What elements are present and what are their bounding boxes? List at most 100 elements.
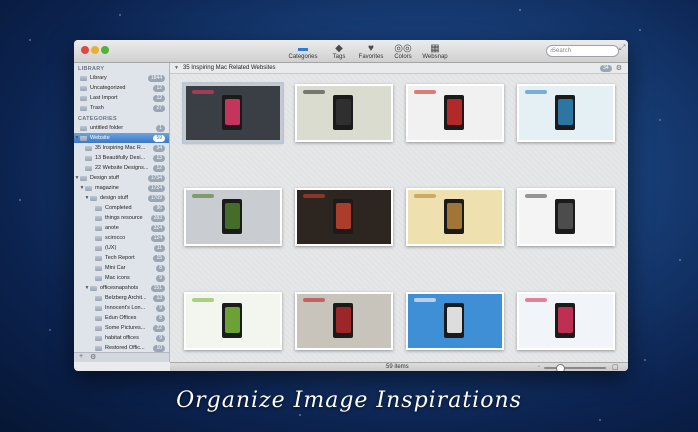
thumbnail-tweetie[interactable] <box>184 84 282 142</box>
library-icon <box>80 75 87 81</box>
disclosure-icon[interactable]: ▼ <box>174 65 179 71</box>
category-item[interactable]: Innocent's Lon... 9 <box>74 303 169 313</box>
thumbnail-zonkout[interactable] <box>406 84 504 142</box>
tool-tags[interactable]: ◆ Tags <box>326 41 352 60</box>
folder-icon <box>95 245 102 251</box>
category-item[interactable]: Completed 96 <box>74 203 169 213</box>
folder-icon <box>95 335 102 341</box>
folder-icon <box>80 175 87 181</box>
category-item[interactable]: scirocco 124 <box>74 233 169 243</box>
settings-icon[interactable]: ⚙ <box>90 353 96 361</box>
page-header-strip <box>302 298 326 302</box>
category-item[interactable]: 22 Website Designs... 12 <box>74 163 169 173</box>
device-screen <box>557 306 573 333</box>
folder-icon: ▬ <box>298 43 308 54</box>
device-screen <box>557 202 573 229</box>
thumbnail-instacast[interactable] <box>295 188 393 246</box>
zoom-slider-knob[interactable] <box>556 364 565 371</box>
library-item[interactable]: Uncategorized 12 <box>74 83 169 93</box>
thumbnail-tourist[interactable] <box>517 84 615 142</box>
gear-icon[interactable]: ⚙ <box>616 64 622 72</box>
tag-icon: ◆ <box>335 43 343 54</box>
page-header-strip <box>524 298 548 302</box>
category-item[interactable]: ▼ magazine 1724 <box>74 183 169 193</box>
category-item[interactable]: anote 324 <box>74 223 169 233</box>
category-item[interactable]: Edun Offices 8 <box>74 313 169 323</box>
content-area: ▼ 35 Inspiring Mac Related Websites 34 ⚙ <box>170 63 628 362</box>
title-bar: ▬ Categories ◆ Tags ♥ Favorites ◎◎ Color… <box>74 40 628 63</box>
category-item[interactable]: Some Pictures... 22 <box>74 323 169 333</box>
add-icon[interactable]: + <box>79 353 83 360</box>
thumbnail-recipes[interactable] <box>406 188 504 246</box>
category-item[interactable]: ▼ officesnapshots 151 <box>74 283 169 293</box>
category-item[interactable]: (UX) 11 <box>74 243 169 253</box>
thumbnail-cleanmymac[interactable] <box>517 292 615 350</box>
device-screen <box>335 306 351 333</box>
close-button[interactable] <box>81 46 89 54</box>
library-section-title: LIBRARY <box>78 66 105 72</box>
page-header-strip <box>413 90 437 94</box>
page-header-strip <box>302 194 326 198</box>
zoom-large-icon: ▢ <box>612 364 619 371</box>
minimize-button[interactable] <box>91 46 99 54</box>
library-item[interactable]: Trash 27 <box>74 103 169 113</box>
category-item[interactable]: Mac icons 9 <box>74 273 169 283</box>
content-title: 35 Inspiring Mac Related Websites <box>182 65 276 71</box>
folder-icon <box>90 195 97 201</box>
device-screen <box>446 98 462 125</box>
thumbnail-discovr[interactable] <box>295 292 393 350</box>
category-item[interactable]: things resource 283 <box>74 213 169 223</box>
zoom-small-icon: ▫ <box>538 364 540 370</box>
category-item[interactable]: Tech Report 15 <box>74 253 169 263</box>
device-screen <box>224 202 240 229</box>
folder-icon <box>90 285 97 291</box>
zoom-button[interactable] <box>101 46 109 54</box>
thumbnail-reeder[interactable] <box>295 84 393 142</box>
status-bar: 59 items ▫ ▢ <box>170 362 628 371</box>
thumbnail-tapbots[interactable] <box>406 292 504 350</box>
category-item[interactable]: untitled folder 1 <box>74 123 169 133</box>
zoom-slider[interactable] <box>544 367 606 369</box>
thumbnail-vintage-camera[interactable] <box>517 188 615 246</box>
app-window: ▬ Categories ◆ Tags ♥ Favorites ◎◎ Color… <box>74 40 628 371</box>
item-count: 59 items <box>386 364 409 370</box>
folder-icon <box>95 325 102 331</box>
page-header-strip <box>191 298 215 302</box>
category-item[interactable]: ▼ design stuff 1709 <box>74 193 169 203</box>
fullscreen-icon[interactable]: ⤢ <box>619 43 625 53</box>
heart-icon: ♥ <box>368 43 374 54</box>
thumbnail-river-of-news[interactable] <box>184 188 282 246</box>
category-item[interactable]: 35 Inspiring Mac R... 34 <box>74 143 169 153</box>
tool-favorites[interactable]: ♥ Favorites <box>358 41 384 60</box>
tool-categories[interactable]: ▬ Categories <box>286 41 320 60</box>
category-item[interactable]: ▼ Design stuff 1734 <box>74 173 169 183</box>
library-icon <box>80 85 87 91</box>
device-screen <box>224 306 240 333</box>
page-header-strip <box>191 90 215 94</box>
page-header-strip <box>302 90 326 94</box>
folder-icon <box>95 295 102 301</box>
device-screen <box>335 202 351 229</box>
folder-icon <box>95 255 102 261</box>
folder-icon <box>95 225 102 231</box>
folder-icon <box>85 155 92 161</box>
folder-icon <box>95 315 102 321</box>
category-item[interactable]: Belzberg Archit... 13 <box>74 293 169 303</box>
library-item[interactable]: Library 1844 <box>74 73 169 83</box>
library-icon <box>80 105 87 111</box>
page-header-strip <box>413 194 437 198</box>
tool-colors[interactable]: ◎◎ Colors <box>390 41 416 60</box>
thumbnail-textastic[interactable] <box>184 292 282 350</box>
category-item[interactable]: 13 Beautifully Desi... 13 <box>74 153 169 163</box>
category-item[interactable]: ▼ Website 59 <box>74 133 169 143</box>
category-item[interactable]: Mini Car 8 <box>74 263 169 273</box>
search-field[interactable]: ⌕ Search <box>546 45 619 57</box>
tagline: Organize Image Inspirations <box>176 388 522 413</box>
page-header-strip <box>191 194 215 198</box>
category-item[interactable]: habitat offices 9 <box>74 333 169 343</box>
library-item[interactable]: Last Import 12 <box>74 93 169 103</box>
tool-websnap[interactable]: ▦ Websnap <box>422 41 448 60</box>
page-header-strip <box>524 90 548 94</box>
categories-section-title: CATEGORIES <box>78 116 117 122</box>
folder-icon <box>85 165 92 171</box>
